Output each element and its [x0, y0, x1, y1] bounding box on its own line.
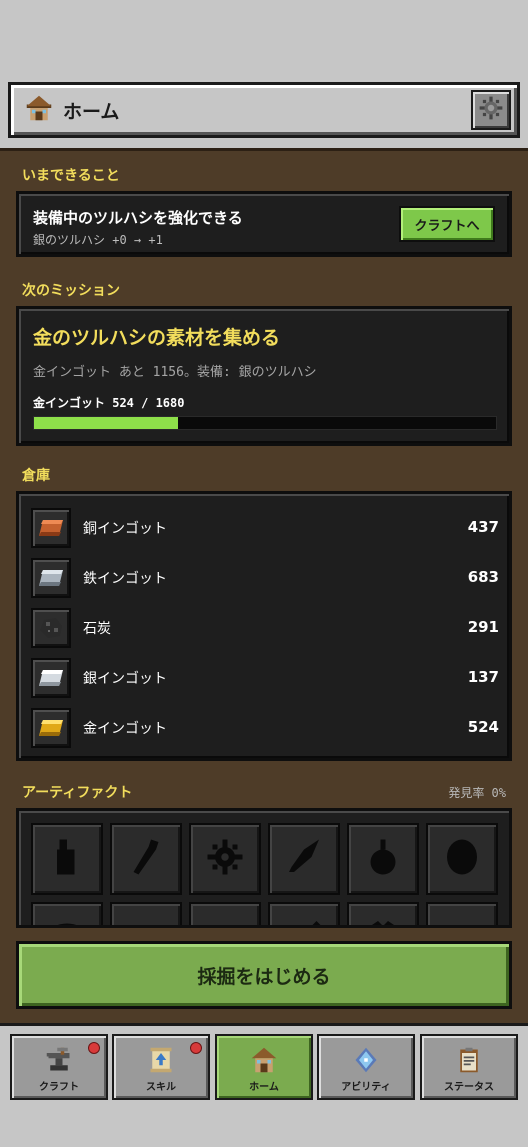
progress-label: 金インゴット 524 / 1680: [33, 396, 185, 410]
storage-item-silver[interactable]: 銀インゴット 137: [31, 656, 499, 700]
mushroom-silhouette-icon: [47, 916, 87, 925]
item-name: 銅インゴット: [83, 521, 167, 537]
house-icon: [25, 94, 53, 126]
notification-badge: [190, 1042, 202, 1054]
section-label-now: いまできること: [22, 168, 120, 184]
progress-fill: [34, 417, 179, 429]
go-to-craft-button[interactable]: クラフトへ: [399, 206, 495, 242]
start-mining-button[interactable]: 採掘をはじめる: [16, 941, 512, 1009]
discovery-rate: 発見率 0%: [448, 786, 506, 800]
pickaxe-handle-silhouette-icon: [126, 837, 166, 881]
mission-description: 金インゴット あと 1156。装備: 銀のツルハシ: [33, 365, 317, 380]
crystal-icon: [319, 1046, 413, 1074]
settings-button[interactable]: [471, 90, 511, 130]
artifact-slot[interactable]: [31, 902, 103, 925]
nav-label: クラフト: [39, 1082, 79, 1093]
nav-label: アビリティ: [341, 1082, 391, 1093]
artifact-slot[interactable]: [347, 902, 419, 925]
artifact-slot[interactable]: [426, 823, 498, 895]
dome-silhouette-icon: [126, 916, 166, 925]
silver-ingot-icon: [31, 658, 71, 698]
artifact-slot[interactable]: [268, 823, 340, 895]
item-name: 銀インゴット: [83, 671, 167, 687]
storage-item-copper[interactable]: 銅インゴット 437: [31, 506, 499, 550]
gear-icon: [478, 95, 504, 125]
artifact-slot[interactable]: [347, 823, 419, 895]
artifact-slot[interactable]: [268, 902, 340, 925]
house-icon: [217, 1046, 311, 1074]
now-panel: 装備中のツルハシを強化できる 銀のツルハシ +0 → +1 クラフトへ: [16, 191, 512, 257]
now-title: 装備中のツルハシを強化できる: [33, 209, 243, 227]
storage-item-coal[interactable]: 石炭 291: [31, 606, 499, 650]
copper-ingot-icon: [31, 508, 71, 548]
nav-label: ホーム: [249, 1082, 279, 1093]
clipboard-icon: [422, 1046, 516, 1074]
artifact-slot[interactable]: [189, 823, 261, 895]
shell-silhouette-icon: [442, 837, 482, 881]
notification-badge: [88, 1042, 100, 1054]
storage-item-gold[interactable]: 金インゴット 524: [31, 706, 499, 750]
page-title: ホーム: [63, 100, 120, 123]
leaf-silhouette-icon: [205, 916, 245, 925]
header-bar: ホーム: [8, 82, 520, 138]
nav-item-craft[interactable]: クラフト: [10, 1034, 108, 1100]
artifact-grid: [16, 808, 512, 928]
nav-item-home[interactable]: ホーム: [215, 1034, 313, 1100]
iron-ingot-icon: [31, 558, 71, 598]
artifact-slot[interactable]: [31, 823, 103, 895]
section-label-storage: 倉庫: [22, 468, 50, 484]
blade-silhouette-icon: [284, 916, 324, 925]
item-name: 金インゴット: [83, 721, 167, 737]
bottom-nav: クラフト スキル ホーム アビリティ ステータス: [0, 1023, 528, 1147]
nav-label: スキル: [146, 1082, 176, 1093]
gear-silhouette-icon: [205, 837, 245, 881]
nav-item-skill[interactable]: スキル: [112, 1034, 210, 1100]
nav-label: ステータス: [444, 1082, 494, 1093]
artifact-slot[interactable]: [189, 902, 261, 925]
main-content: いまできること 装備中のツルハシを強化できる 銀のツルハシ +0 → +1 クラ…: [0, 148, 528, 1023]
nav-item-status[interactable]: ステータス: [420, 1034, 518, 1100]
now-subtitle: 銀のツルハシ +0 → +1: [33, 233, 163, 247]
item-name: 石炭: [83, 621, 111, 637]
artifact-slot[interactable]: [110, 902, 182, 925]
crystal-silhouette-icon: [363, 916, 403, 925]
nav-item-ability[interactable]: アビリティ: [317, 1034, 415, 1100]
storage-panel: 銅インゴット 437 鉄インゴット 683 石炭 291 銀インゴット 137: [16, 491, 512, 761]
item-count: 524: [467, 718, 499, 736]
item-name: 鉄インゴット: [83, 571, 167, 587]
gold-ingot-icon: [31, 708, 71, 748]
bottle-silhouette-icon: [47, 837, 87, 881]
orb-silhouette-icon: [442, 916, 482, 925]
section-label-mission: 次のミッション: [22, 283, 120, 299]
feather-silhouette-icon: [284, 837, 324, 881]
artifact-slot[interactable]: [110, 823, 182, 895]
item-count: 137: [467, 668, 499, 686]
item-count: 291: [467, 618, 499, 636]
item-count: 683: [467, 568, 499, 586]
coal-icon: [31, 608, 71, 648]
progress-bar: [33, 416, 497, 430]
artifact-slot[interactable]: [426, 902, 498, 925]
mission-panel: 金のツルハシの素材を集める 金インゴット あと 1156。装備: 銀のツルハシ …: [16, 306, 512, 446]
storage-item-iron[interactable]: 鉄インゴット 683: [31, 556, 499, 600]
item-count: 437: [467, 518, 499, 536]
pendant-silhouette-icon: [363, 837, 403, 881]
section-label-artifacts: アーティファクト: [22, 785, 133, 801]
mission-title: 金のツルハシの素材を集める: [33, 327, 281, 349]
